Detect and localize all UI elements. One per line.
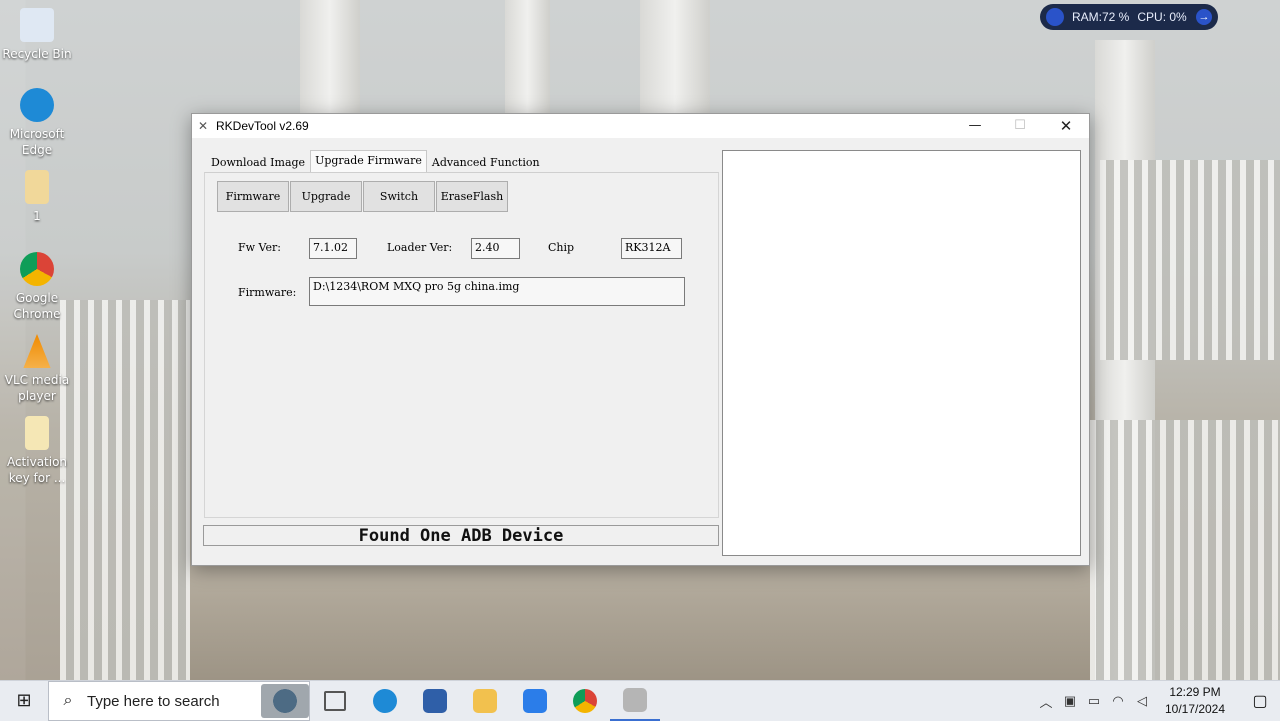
task-view-icon[interactable] bbox=[310, 681, 360, 721]
firmware-path-field: D:\1234\ROM MXQ pro 5g china.img bbox=[309, 277, 685, 306]
status-bar: Found One ADB Device bbox=[203, 525, 719, 546]
edge-taskbar-icon[interactable] bbox=[360, 681, 410, 721]
window-title: RKDevTool v2.69 bbox=[216, 119, 309, 133]
background-pillar bbox=[505, 0, 550, 113]
switch-button[interactable]: Switch bbox=[363, 181, 435, 212]
background-pillar bbox=[640, 0, 710, 113]
desktop-icon-folder-1[interactable]: 1 bbox=[0, 170, 74, 224]
minimize-button[interactable]: — bbox=[952, 114, 998, 138]
clock[interactable]: 12:29 PM 10/17/2024 bbox=[1160, 684, 1230, 718]
loader-ver-label: Loader Ver: bbox=[387, 241, 453, 254]
background-railing bbox=[1090, 420, 1280, 680]
tab-strip: Download Image Upgrade Firmware Advanced… bbox=[206, 150, 545, 174]
close-button[interactable]: ✕ bbox=[1043, 114, 1089, 138]
tab-panel bbox=[204, 172, 719, 518]
rkdevtool-taskbar-icon[interactable] bbox=[610, 681, 660, 721]
chip-info-label: Chip Info: bbox=[548, 241, 575, 255]
clock-date: 10/17/2024 bbox=[1164, 702, 1226, 716]
chrome-icon bbox=[20, 252, 54, 286]
tab-advanced-function[interactable]: Advanced Function bbox=[427, 152, 545, 174]
upgrade-button[interactable]: Upgrade bbox=[290, 181, 362, 212]
log-output-box[interactable] bbox=[722, 150, 1081, 556]
desktop-icon-label: Recycle Bin bbox=[2, 47, 72, 61]
fw-ver-field: 7.1.02 bbox=[309, 238, 357, 259]
chevron-up-icon[interactable]: ︿ bbox=[1034, 692, 1058, 711]
action-buttons: Firmware Upgrade Switch EraseFlash bbox=[217, 181, 509, 212]
search-highlight-image bbox=[261, 684, 309, 718]
battery-icon[interactable]: ▭ bbox=[1082, 693, 1106, 709]
cpu-usage: CPU: 0% bbox=[1137, 10, 1187, 24]
device-icon[interactable]: ▣ bbox=[1058, 693, 1082, 709]
arrow-right-icon[interactable]: → bbox=[1196, 9, 1212, 25]
rkdevtool-window: ✕ RKDevTool v2.69 — ☐ ✕ Download Image U… bbox=[191, 113, 1090, 566]
firmware-label: Firmware: bbox=[238, 286, 297, 299]
file-icon bbox=[25, 416, 49, 450]
search-placeholder: Type here to search bbox=[87, 692, 220, 710]
fw-ver-label: Fw Ver: bbox=[238, 241, 281, 254]
loader-ver-field: 2.40 bbox=[471, 238, 520, 259]
background-railing bbox=[1100, 160, 1280, 360]
photos-icon[interactable] bbox=[510, 681, 560, 721]
app-taskbar-icon[interactable] bbox=[410, 681, 460, 721]
edge-icon bbox=[20, 88, 54, 122]
firmware-button[interactable]: Firmware bbox=[217, 181, 289, 212]
eraseflash-button[interactable]: EraseFlash bbox=[436, 181, 508, 212]
desktop-icon-activation-key[interactable]: Activation key for ... bbox=[0, 416, 74, 486]
performance-widget[interactable]: RAM:72 % CPU: 0% → bbox=[1040, 4, 1218, 30]
ram-usage: RAM:72 % bbox=[1072, 10, 1130, 24]
vlc-cone-icon bbox=[23, 334, 51, 368]
desktop-icon-vlc[interactable]: VLC media player bbox=[0, 334, 74, 404]
desktop-icon-edge[interactable]: Microsoft Edge bbox=[0, 88, 74, 158]
desktop-icon-label: VLC media player bbox=[4, 373, 70, 403]
maximize-button[interactable]: ☐ bbox=[997, 114, 1043, 138]
speaker-icon[interactable]: ◁ bbox=[1130, 693, 1154, 709]
background-floor bbox=[190, 566, 1090, 680]
system-tray: ︿ ▣ ▭ ◠ ◁ 12:29 PM 10/17/2024 ▢ bbox=[1034, 684, 1280, 718]
chip-info-field: RK312A bbox=[621, 238, 682, 259]
background-railing bbox=[60, 300, 190, 680]
desktop-icon-label: Google Chrome bbox=[13, 291, 61, 321]
chrome-taskbar-icon[interactable] bbox=[560, 681, 610, 721]
desktop-icon-label: 1 bbox=[33, 209, 41, 223]
desktop-icon-label: Microsoft Edge bbox=[9, 127, 65, 157]
desktop-icon-recycle-bin[interactable]: Recycle Bin bbox=[0, 8, 74, 62]
notification-icon[interactable]: ▢ bbox=[1240, 691, 1280, 711]
title-bar[interactable]: ✕ RKDevTool v2.69 — ☐ ✕ bbox=[192, 114, 1089, 138]
tools-icon: ✕ bbox=[198, 119, 209, 133]
file-explorer-icon[interactable] bbox=[460, 681, 510, 721]
tab-upgrade-firmware[interactable]: Upgrade Firmware bbox=[310, 150, 427, 172]
search-icon: ⌕ bbox=[63, 692, 73, 709]
desktop-icon-chrome[interactable]: Google Chrome bbox=[0, 252, 74, 322]
desktop-icon-label: Activation key for ... bbox=[6, 455, 68, 485]
rocket-icon bbox=[1046, 8, 1064, 26]
recycle-bin-icon bbox=[20, 8, 54, 42]
tab-download-image[interactable]: Download Image bbox=[206, 152, 310, 174]
file-icon bbox=[25, 170, 49, 204]
wifi-icon[interactable]: ◠ bbox=[1106, 693, 1130, 709]
clock-time: 12:29 PM bbox=[1169, 685, 1221, 699]
taskbar: ⊞ ⌕ Type here to search ︿ ▣ ▭ ◠ ◁ 12:29 … bbox=[0, 680, 1280, 721]
background-pillar bbox=[300, 0, 360, 113]
taskbar-search[interactable]: ⌕ Type here to search bbox=[48, 681, 310, 721]
windows-start-icon[interactable]: ⊞ bbox=[0, 681, 48, 721]
